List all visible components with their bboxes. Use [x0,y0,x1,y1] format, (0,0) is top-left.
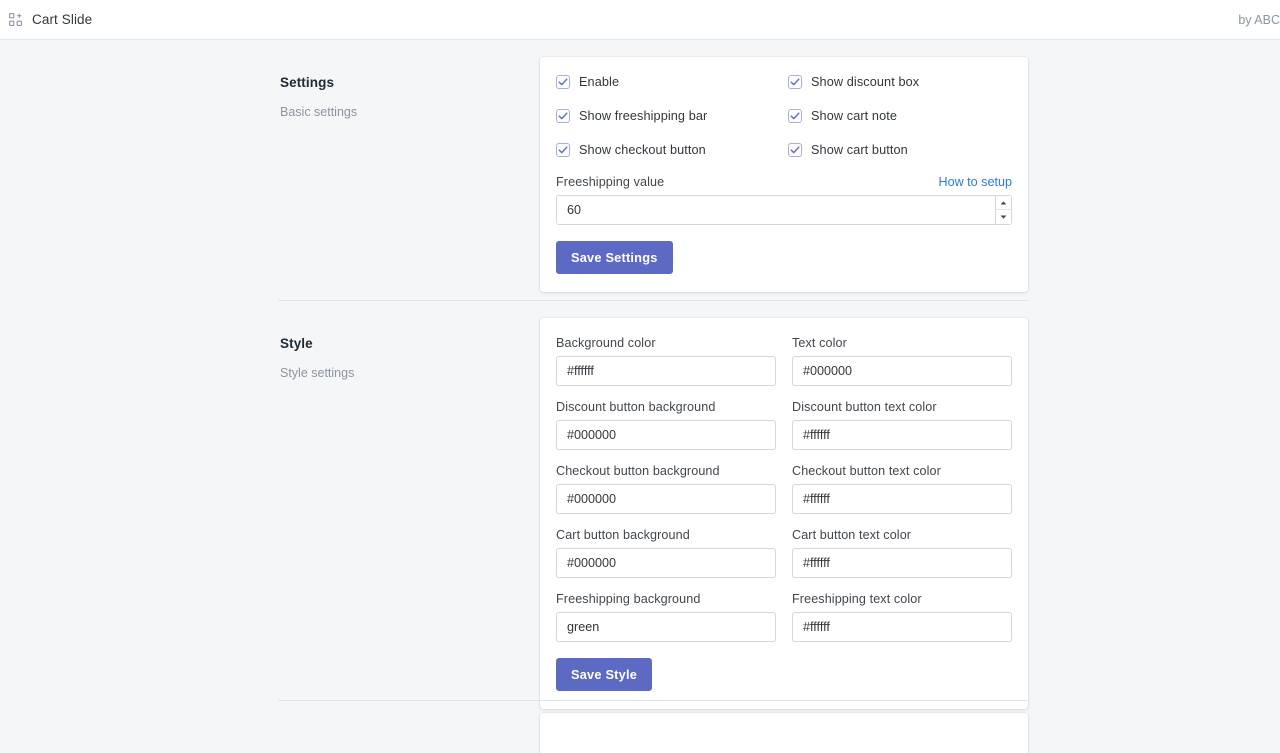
apps-grid-add-icon [6,10,26,30]
freeshipping-value-input[interactable] [556,195,1012,225]
checkbox-enable[interactable] [556,75,570,89]
settings-card: Enable Show discount box Show freeshippi… [540,57,1028,292]
checkbox-show-cart-button[interactable] [788,143,802,157]
checkbox-row-show-checkout-button[interactable]: Show checkout button [556,143,780,157]
checkbox-show-freeshipping-bar[interactable] [556,109,570,123]
input-discount-button-background[interactable] [556,420,776,450]
spinner-decrement-button[interactable] [996,210,1011,224]
checkbox-show-discount-box[interactable] [788,75,802,89]
input-cart-button-text-color[interactable] [792,548,1012,578]
field-text-color: Text color [792,336,1012,386]
checkbox-show-checkout-button[interactable] [556,143,570,157]
checkbox-label-show-checkout-button: Show checkout button [579,143,706,157]
spinner-increment-button[interactable] [996,196,1011,210]
input-freeshipping-text-color[interactable] [792,612,1012,642]
field-checkout-button-text-color: Checkout button text color [792,464,1012,514]
label-cart-button-text-color: Cart button text color [792,528,1012,542]
label-checkout-button-background: Checkout button background [556,464,776,478]
checkbox-label-show-cart-note: Show cart note [811,109,897,123]
checkbox-label-show-cart-button: Show cart button [811,143,908,157]
section-divider-2 [278,700,1028,701]
label-discount-button-background: Discount button background [556,400,776,414]
checkbox-row-show-cart-button[interactable]: Show cart button [788,143,1012,157]
how-to-setup-link[interactable]: How to setup [938,175,1012,189]
checkbox-label-show-discount-box: Show discount box [811,75,919,89]
input-checkout-button-text-color[interactable] [792,484,1012,514]
checkbox-show-cart-note[interactable] [788,109,802,123]
freeshipping-value-label: Freeshipping value [556,175,664,189]
field-cart-button-text-color: Cart button text color [792,528,1012,578]
checkbox-row-enable[interactable]: Enable [556,75,780,89]
section-third-partial [0,713,1280,753]
input-text-color[interactable] [792,356,1012,386]
save-style-button[interactable]: Save Style [556,658,652,691]
checkbox-row-show-cart-note[interactable]: Show cart note [788,109,1012,123]
third-section-label [0,713,540,753]
field-cart-button-background: Cart button background [556,528,776,578]
field-discount-button-background: Discount button background [556,400,776,450]
input-discount-button-text-color[interactable] [792,420,1012,450]
label-text-color: Text color [792,336,1012,350]
section-divider-1 [278,300,1028,301]
style-section-label: Style Style settings [0,318,540,709]
freeshipping-value-wrapper [556,195,1012,225]
field-background-color: Background color [556,336,776,386]
label-background-color: Background color [556,336,776,350]
settings-checkbox-grid: Enable Show discount box Show freeshippi… [556,75,1012,157]
section-style: Style Style settings Background color Te… [0,318,1280,709]
input-freeshipping-background[interactable] [556,612,776,642]
input-checkout-button-background[interactable] [556,484,776,514]
topbar-credit-text: by ABC [1238,13,1280,27]
style-card: Background color Text color Discount but… [540,318,1028,709]
field-discount-button-text-color: Discount button text color [792,400,1012,450]
style-title: Style [280,336,520,351]
label-cart-button-background: Cart button background [556,528,776,542]
topbar-brand: Cart Slide [0,10,92,30]
number-spinner[interactable] [995,196,1011,224]
app-title: Cart Slide [32,12,92,27]
third-card-partial [540,713,1028,753]
field-freeshipping-text-color: Freeshipping text color [792,592,1012,642]
field-freeshipping-background: Freeshipping background [556,592,776,642]
save-settings-button[interactable]: Save Settings [556,241,673,274]
topbar-credit: by ABC [1234,13,1280,27]
freeshipping-field-header: Freeshipping value How to setup [556,175,1012,189]
checkbox-row-show-freeshipping-bar[interactable]: Show freeshipping bar [556,109,780,123]
style-field-grid: Background color Text color Discount but… [556,336,1012,642]
label-freeshipping-text-color: Freeshipping text color [792,592,1012,606]
label-checkout-button-text-color: Checkout button text color [792,464,1012,478]
label-discount-button-text-color: Discount button text color [792,400,1012,414]
settings-title: Settings [280,75,520,90]
field-checkout-button-background: Checkout button background [556,464,776,514]
style-subtitle: Style settings [280,365,520,383]
label-freeshipping-background: Freeshipping background [556,592,776,606]
settings-section-label: Settings Basic settings [0,57,540,292]
checkbox-label-enable: Enable [579,75,619,89]
page-content: Settings Basic settings Enable Show disc… [0,40,1280,720]
checkbox-label-show-freeshipping-bar: Show freeshipping bar [579,109,707,123]
input-background-color[interactable] [556,356,776,386]
checkbox-row-show-discount-box[interactable]: Show discount box [788,75,1012,89]
section-settings: Settings Basic settings Enable Show disc… [0,57,1280,292]
app-topbar: Cart Slide by ABC [0,0,1280,40]
input-cart-button-background[interactable] [556,548,776,578]
settings-subtitle: Basic settings [280,104,520,122]
